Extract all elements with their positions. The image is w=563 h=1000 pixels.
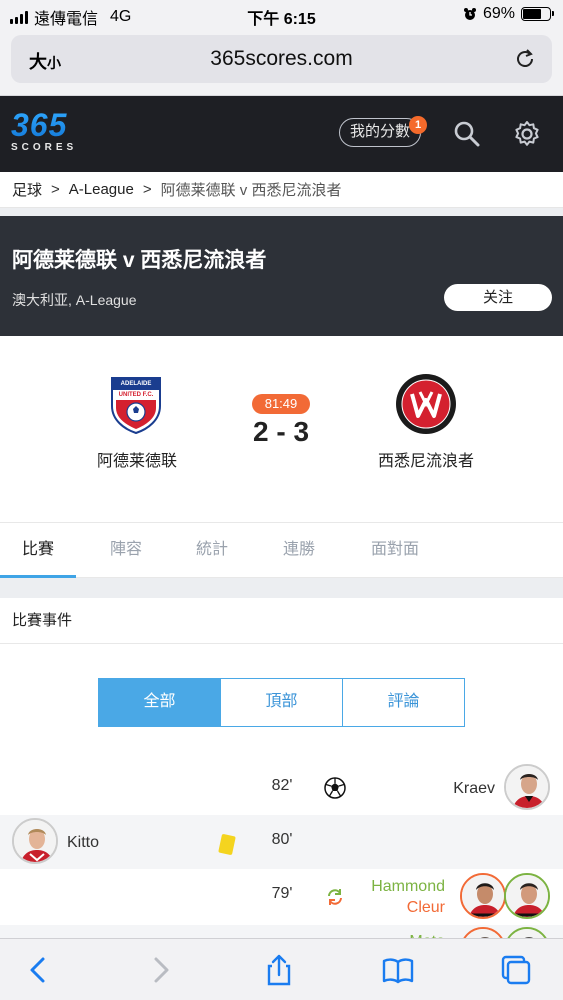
- divider: [0, 578, 563, 598]
- logo-number: 365: [11, 109, 77, 141]
- breadcrumb-sport[interactable]: 足球: [12, 179, 42, 200]
- alarm-icon: [463, 8, 476, 20]
- game-subtitle: 澳大利亚, A-League: [12, 292, 137, 308]
- substitution-icon: [328, 889, 342, 905]
- tab-streaks[interactable]: 連勝: [261, 523, 337, 577]
- player-avatar[interactable]: [504, 764, 550, 810]
- away-team-name[interactable]: 西悉尼流浪者: [336, 447, 516, 471]
- sub-in-player[interactable]: Hammond: [371, 878, 445, 896]
- screen: 遠傳電信 4G 下午 6:15 69% 大小 365scores.com 365…: [0, 0, 563, 1000]
- browser-toolbar: [0, 938, 563, 1000]
- live-minute-badge: 81:49: [252, 394, 310, 414]
- my-scores-badge: 1: [409, 116, 427, 134]
- player-avatar[interactable]: [504, 873, 550, 919]
- event-minute: 80': [271, 831, 293, 848]
- event-row[interactable]: Kitto 80': [0, 815, 563, 869]
- battery-icon: [521, 7, 554, 21]
- event-row[interactable]: 79' Hammond Cleur: [0, 869, 563, 925]
- status-right: 69%: [463, 5, 554, 23]
- game-header: 阿德莱德联 v 西悉尼流浪者 澳大利亚, A-League 关注: [0, 216, 563, 336]
- away-team-crest-icon[interactable]: [394, 372, 458, 436]
- follow-button[interactable]: 关注: [444, 284, 552, 311]
- filter-all-button[interactable]: 全部: [99, 679, 221, 726]
- event-filter: 全部 頂部 評論: [98, 678, 465, 727]
- match-score: 2 - 3: [252, 416, 310, 447]
- address-bar[interactable]: 大小 365scores.com: [11, 35, 552, 83]
- event-minute: 82': [271, 777, 293, 794]
- tabs-icon[interactable]: [499, 953, 533, 987]
- share-icon[interactable]: [262, 953, 296, 987]
- player-avatar[interactable]: [12, 818, 58, 864]
- reload-icon[interactable]: [512, 46, 538, 72]
- soccer-ball-icon: [324, 777, 346, 799]
- url-text[interactable]: 365scores.com: [11, 47, 552, 71]
- scoreboard: ADELAIDE UNITED F.C. 阿德莱德联 81:49 2 - 3 西…: [0, 336, 563, 522]
- game-title: 阿德莱德联 v 西悉尼流浪者: [12, 249, 267, 272]
- back-icon[interactable]: [22, 953, 56, 987]
- event-minute: 79': [271, 885, 293, 902]
- breadcrumb-separator: >: [51, 181, 60, 198]
- home-team-name[interactable]: 阿德莱德联: [47, 447, 227, 471]
- tab-lineups[interactable]: 陣容: [88, 523, 164, 577]
- bookmarks-icon[interactable]: [381, 953, 415, 987]
- logo-word: SCORES: [11, 142, 78, 153]
- svg-text:ADELAIDE: ADELAIDE: [121, 381, 152, 387]
- tab-bar: 比賽 陣容 統計 連勝 面對面: [0, 522, 563, 578]
- breadcrumb-separator: >: [142, 181, 152, 198]
- home-team-crest-icon[interactable]: ADELAIDE UNITED F.C.: [104, 372, 168, 436]
- breadcrumb-league[interactable]: A-League: [69, 181, 134, 198]
- yellow-card-icon: [218, 833, 236, 856]
- svg-text:UNITED F.C.: UNITED F.C.: [119, 392, 154, 398]
- forward-icon[interactable]: [143, 953, 177, 987]
- search-icon[interactable]: [453, 120, 481, 148]
- event-player[interactable]: Kraev: [453, 780, 495, 798]
- breadcrumb-current: 阿德莱德联 v 西悉尼流浪者: [160, 182, 342, 199]
- browser-chrome: 大小 365scores.com: [0, 30, 563, 96]
- tab-head-to-head[interactable]: 面對面: [355, 523, 435, 577]
- events-section-title: 比賽事件: [0, 598, 563, 644]
- sub-out-player[interactable]: Cleur: [407, 899, 445, 917]
- breadcrumb: 足球 > A-League > 阿德莱德联 v 西悉尼流浪者: [0, 172, 563, 208]
- tab-stats[interactable]: 統計: [174, 523, 250, 577]
- site-header: 365 SCORES 我的分數 1: [0, 96, 563, 172]
- status-bar: 遠傳電信 4G 下午 6:15 69%: [0, 0, 563, 30]
- battery-percent: 69%: [482, 5, 515, 22]
- event-row[interactable]: 82' Kraev: [0, 761, 563, 815]
- tab-match[interactable]: 比賽: [0, 523, 76, 577]
- divider: [0, 208, 563, 216]
- filter-commentary-button[interactable]: 評論: [343, 679, 464, 726]
- filter-top-button[interactable]: 頂部: [221, 679, 343, 726]
- player-avatar[interactable]: [460, 873, 506, 919]
- battery-level: [523, 9, 541, 19]
- event-player[interactable]: Kitto: [67, 834, 99, 852]
- gear-icon[interactable]: [513, 120, 541, 148]
- site-logo[interactable]: 365 SCORES: [11, 109, 78, 153]
